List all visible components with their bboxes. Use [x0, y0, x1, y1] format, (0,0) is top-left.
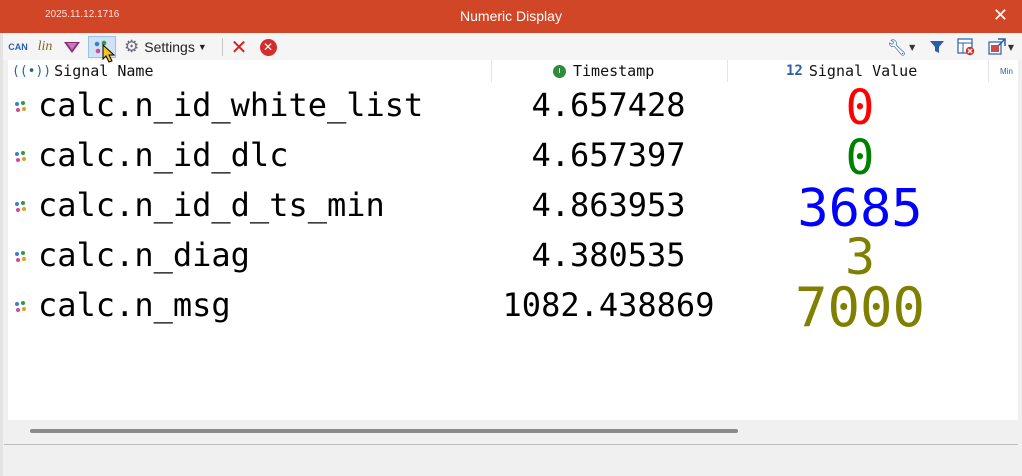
delete-button[interactable]: ✕ — [229, 35, 249, 59]
signal-timestamp: 4.657397 — [531, 136, 686, 174]
filter-button[interactable] — [926, 36, 948, 58]
horizontal-scrollbar[interactable] — [8, 420, 1018, 442]
signal-icon — [15, 301, 26, 312]
column-header-label: Signal Name — [54, 62, 154, 80]
close-icon[interactable]: ✕ — [993, 5, 1008, 26]
column-header-min[interactable]: Min — [1000, 60, 1013, 82]
column-header-label: Signal Value — [808, 62, 918, 80]
signal-icon — [15, 251, 26, 262]
can-filter-icon: CAN — [8, 42, 28, 52]
lin-filter-icon: lin — [37, 39, 53, 54]
numeric-icon: 12 — [786, 63, 803, 79]
column-header-label: Min — [1000, 66, 1013, 76]
delete-icon: ✕ — [230, 35, 248, 59]
can-filter-button[interactable]: CAN — [6, 36, 30, 58]
signal-icon — [15, 201, 26, 212]
signal-timestamp: 4.863953 — [531, 186, 686, 224]
delete-all-button[interactable]: ✕ — [257, 36, 279, 58]
column-header-signal-value[interactable]: 12 Signal Value — [786, 60, 917, 82]
scrollbar-thumb[interactable] — [30, 429, 738, 433]
signal-table: calc.n_id_white_list 4.657428 0 calc.n_i… — [8, 80, 1018, 420]
signal-value: 7000 — [794, 276, 926, 339]
signal-icon — [15, 101, 26, 112]
wrench-icon: 🔧︎ — [886, 37, 908, 57]
column-header-signal-name[interactable]: ((•)) Signal Name — [12, 60, 153, 82]
toolbar: CAN lin ⚙ Settings ▼ ✕ ✕ 🔧︎ ▼ ▼ — [0, 33, 1022, 60]
popout-dropdown[interactable]: ▼ — [983, 36, 1019, 58]
status-bar — [4, 444, 1018, 473]
broadcast-icon: ((•)) — [12, 63, 52, 79]
flexray-filter-icon — [64, 42, 80, 53]
table-header: ((•)) Signal Name Timestamp 12 Signal Va… — [8, 60, 1018, 82]
table-row[interactable]: calc.n_id_white_list 4.657428 0 — [8, 80, 1018, 136]
mouse-cursor-icon — [102, 44, 116, 63]
table-row[interactable]: calc.n_id_dlc 4.657397 0 — [8, 130, 1018, 186]
tools-dropdown[interactable]: 🔧︎ ▼ — [884, 36, 918, 58]
signal-value: 0 — [845, 80, 875, 136]
numeric-display-window: 2025.11.12.1716 Numeric Display ✕ CAN li… — [0, 0, 1022, 476]
popout-icon — [988, 38, 1006, 55]
table-row[interactable]: calc.n_diag 4.380535 3 — [8, 228, 1018, 286]
clear-grid-button[interactable] — [954, 36, 978, 58]
chevron-down-icon: ▼ — [197, 42, 207, 52]
signal-name: calc.n_id_d_ts_min — [38, 186, 385, 224]
chevron-down-icon: ▼ — [1007, 42, 1015, 52]
chevron-down-icon: ▼ — [909, 42, 916, 52]
column-header-label: Timestamp — [573, 62, 655, 80]
clock-icon — [553, 64, 566, 78]
signal-timestamp: 4.380535 — [531, 236, 686, 274]
window-left-border — [0, 33, 3, 476]
toolbar-separator — [222, 38, 223, 56]
signal-name: calc.n_msg — [38, 286, 231, 324]
delete-all-icon: ✕ — [259, 38, 277, 56]
signal-name: calc.n_id_dlc — [38, 136, 289, 174]
signal-timestamp: 4.657428 — [531, 86, 686, 124]
lin-filter-button[interactable]: lin — [34, 36, 56, 58]
signal-value: 0 — [845, 130, 875, 186]
settings-dropdown[interactable]: ⚙ Settings ▼ — [124, 36, 216, 58]
flexray-filter-button[interactable] — [60, 36, 84, 58]
window-title: Numeric Display — [460, 8, 562, 24]
title-bar: 2025.11.12.1716 Numeric Display ✕ — [0, 0, 1022, 33]
table-row[interactable]: calc.n_id_d_ts_min 4.863953 3685 — [8, 179, 1018, 239]
gear-icon: ⚙ — [124, 37, 140, 56]
settings-label: Settings — [144, 39, 195, 55]
grid-remove-icon — [957, 38, 975, 56]
column-header-timestamp[interactable]: Timestamp — [553, 60, 654, 82]
funnel-icon — [930, 41, 944, 53]
table-row[interactable]: calc.n_msg 1082.438869 7000 — [8, 276, 1018, 339]
signal-icon — [15, 151, 26, 162]
signal-name: calc.n_diag — [38, 236, 250, 274]
signal-name: calc.n_id_white_list — [38, 86, 424, 124]
signal-timestamp: 1082.438869 — [502, 286, 715, 324]
